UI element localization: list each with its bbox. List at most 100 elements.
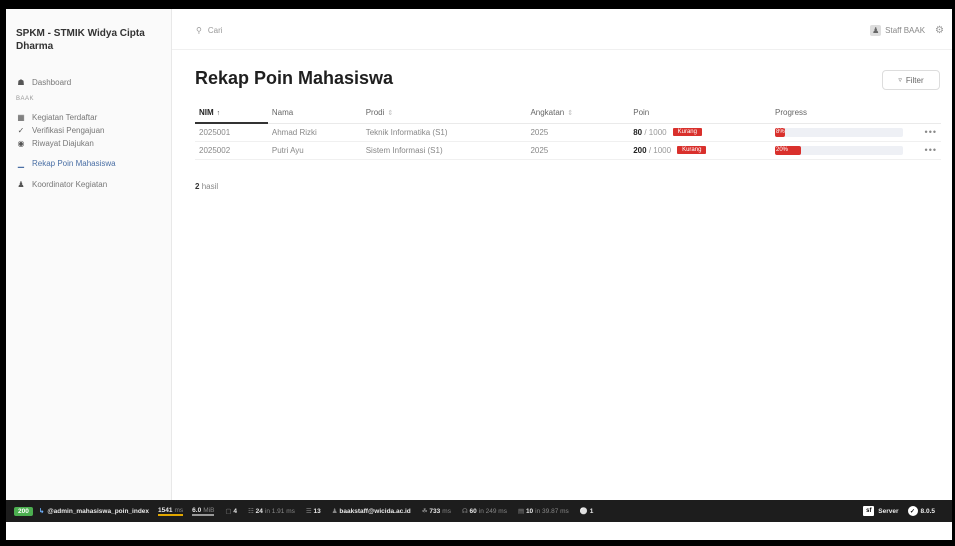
- cell-progress: 20%: [771, 141, 907, 160]
- security-icon: ⚪: [579, 508, 588, 515]
- sidebar-item-label: Kegiatan Terdaftar: [32, 113, 98, 122]
- cell-poin: 80 / 1000 Kurang: [629, 123, 771, 142]
- cell-angkatan: 2025: [526, 123, 630, 142]
- progress-bar: 20%: [775, 145, 903, 155]
- debug-security[interactable]: ⚪ 1: [578, 507, 594, 516]
- debug-memory[interactable]: 6.0 MiB: [192, 507, 215, 516]
- translation-icon: ☰: [305, 508, 312, 515]
- debug-twig[interactable]: ☘ 733 ms: [420, 507, 451, 516]
- avatar-icon: ♟: [870, 25, 882, 36]
- calendar-icon: ▦: [17, 113, 25, 122]
- column-header-nama[interactable]: Nama: [267, 102, 362, 124]
- table-row[interactable]: 2025001 Ahmad Rizki Teknik Informatika (…: [195, 123, 941, 142]
- history-icon: ◉: [17, 139, 25, 148]
- status-badge: Kurang: [677, 146, 707, 155]
- search-icon: ⚲: [196, 26, 202, 35]
- search-input[interactable]: Cari: [208, 26, 223, 35]
- events-icon: ☊: [461, 508, 468, 515]
- sort-icon: ⇕: [567, 109, 574, 117]
- brand-title[interactable]: SPKM - STMIK Widya Cipta Dharma: [16, 27, 166, 53]
- table-row[interactable]: 2025002 Putri Ayu Sistem Informasi (S1) …: [195, 141, 941, 160]
- poin-value: 80: [633, 127, 643, 137]
- symfony-logo-icon: ✓: [907, 506, 918, 516]
- gear-icon[interactable]: ⚙: [935, 25, 944, 36]
- database-icon: ▤: [517, 508, 525, 515]
- home-icon: ☗: [17, 78, 25, 87]
- debug-toolbar: 200 ↳ @admin_mahasiswa_poin_index 1541 ms …: [6, 500, 952, 522]
- column-header-prodi[interactable]: Prodi ⇕: [361, 102, 527, 124]
- debug-events[interactable]: ☊ 60 in 249 ms: [460, 507, 507, 516]
- top-bar: ⚲ Cari ♟ Staff BAAK ⚙: [172, 9, 952, 50]
- cell-poin: 200 / 1000 Kurang: [629, 141, 771, 160]
- table-header-row: NIM ↑ Nama Prodi ⇕ Angkatan ⇕ Poin Progress: [195, 102, 941, 124]
- debug-cache[interactable]: ☷ 24 in 1.91 ms: [246, 507, 295, 516]
- cell-nim: 2025002: [195, 141, 268, 160]
- status-badge: Kurang: [672, 128, 702, 137]
- debug-user[interactable]: ♟ baakstaff@wicida.ac.id: [330, 507, 411, 516]
- app-window: SPKM - STMIK Widya Cipta Dharma ☗ Dashbo…: [6, 9, 952, 540]
- http-status-badge[interactable]: 200: [14, 506, 33, 516]
- debug-translations[interactable]: ☰ 13: [304, 507, 321, 516]
- debug-version[interactable]: ✓ 8.0.5: [907, 506, 935, 516]
- sidebar-item-kegiatan-terdaftar[interactable]: ▦ Kegiatan Terdaftar: [16, 111, 97, 124]
- data-table: NIM ↑ Nama Prodi ⇕ Angkatan ⇕ Poin Progress…: [195, 102, 941, 160]
- progress-bar: 8%: [775, 127, 903, 137]
- result-count: 2 hasil: [195, 182, 218, 191]
- cache-icon: ☷: [248, 508, 254, 515]
- filter-button[interactable]: ▿ Filter: [882, 70, 940, 90]
- column-header-angkatan[interactable]: Angkatan ⇕: [526, 102, 630, 124]
- cell-progress: 8%: [771, 123, 907, 142]
- column-header-nim[interactable]: NIM ↑: [195, 102, 268, 124]
- sidebar-item-dashboard[interactable]: ☗ Dashboard: [16, 76, 71, 89]
- more-actions-icon[interactable]: •••: [907, 123, 941, 142]
- route-icon: ↳: [38, 508, 45, 515]
- progress-fill: 8%: [775, 127, 786, 137]
- poin-value: 200: [633, 145, 647, 155]
- cell-nim: 2025001: [195, 123, 268, 142]
- sidebar-item-label: Verifikasi Pengajuan: [32, 126, 105, 135]
- user-menu[interactable]: ♟ Staff BAAK ⚙: [870, 25, 944, 36]
- sidebar-item-verifikasi[interactable]: ✓ Verifikasi Pengajuan: [16, 124, 105, 137]
- user-name[interactable]: Staff BAAK: [885, 26, 925, 35]
- debug-db[interactable]: ▤ 10 in 39.87 ms: [516, 507, 569, 516]
- poin-max: / 1000: [646, 145, 672, 155]
- search-box[interactable]: ⚲ Cari: [196, 26, 223, 35]
- cell-prodi: Teknik Informatika (S1): [361, 123, 527, 142]
- page-title: Rekap Poin Mahasiswa: [195, 68, 394, 88]
- result-count-number: 2: [195, 182, 200, 191]
- debug-right: sf Server ✓ 8.0.5: [863, 500, 944, 522]
- debug-forms[interactable]: ▢ 4: [223, 507, 237, 516]
- debug-time[interactable]: 1541 ms: [158, 507, 184, 516]
- sidebar-item-label: Riwayat Diajukan: [32, 139, 94, 148]
- poin-max: / 1000: [642, 127, 667, 137]
- sort-icon: ⇕: [387, 109, 394, 117]
- user-icon: ♟: [331, 508, 338, 515]
- column-header-progress[interactable]: Progress: [771, 102, 907, 124]
- sidebar: SPKM - STMIK Widya Cipta Dharma ☗ Dashbo…: [6, 9, 172, 500]
- column-header-actions: [907, 102, 941, 124]
- cell-prodi: Sistem Informasi (S1): [361, 141, 527, 160]
- forms-icon: ▢: [225, 508, 232, 515]
- result-count-label: hasil: [201, 182, 219, 191]
- progress-fill: 20%: [775, 145, 801, 155]
- column-header-poin[interactable]: Poin: [629, 102, 771, 124]
- filter-label: Filter: [905, 75, 924, 85]
- chart-icon: ▁: [17, 159, 25, 168]
- debug-route[interactable]: ↳ @admin_mahasiswa_poin_index: [38, 507, 149, 516]
- sidebar-item-label: Rekap Poin Mahasiswa: [32, 159, 116, 168]
- sort-asc-icon: ↑: [216, 109, 221, 117]
- cell-angkatan: 2025: [526, 141, 630, 160]
- twig-icon: ☘: [421, 508, 428, 515]
- sidebar-section-label: BAAK: [16, 96, 35, 102]
- debug-server[interactable]: sf Server: [863, 506, 899, 516]
- sidebar-item-koordinator[interactable]: ♟ Koordinator Kegiatan: [16, 178, 107, 191]
- sidebar-item-label: Koordinator Kegiatan: [32, 180, 108, 189]
- user-icon: ♟: [17, 180, 25, 189]
- more-actions-icon[interactable]: •••: [907, 141, 941, 160]
- sidebar-item-rekap-poin[interactable]: ▁ Rekap Poin Mahasiswa: [16, 157, 116, 170]
- cell-nama: Ahmad Rizki: [267, 123, 362, 142]
- check-icon: ✓: [17, 126, 25, 135]
- cell-nama: Putri Ayu: [267, 141, 362, 160]
- server-icon: sf: [863, 506, 875, 516]
- sidebar-item-riwayat[interactable]: ◉ Riwayat Diajukan: [16, 137, 94, 150]
